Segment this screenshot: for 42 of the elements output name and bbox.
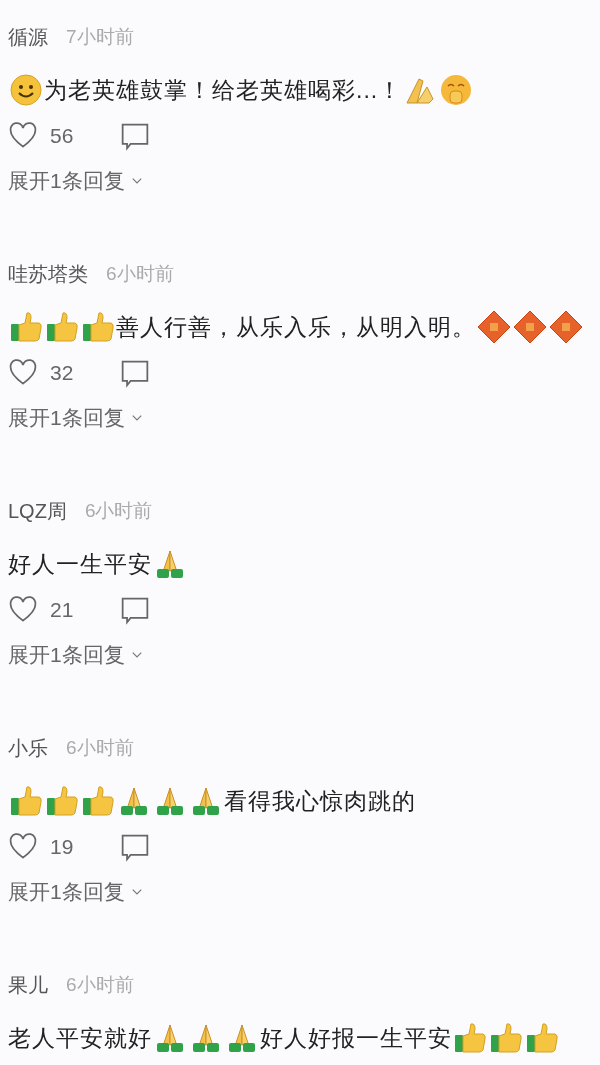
smiley-face-icon [9,73,43,107]
comment-text: 为老英雄鼓掌！给老英雄喝彩...！ [44,75,403,105]
thumbs-up-icon [525,1021,559,1055]
thumbs-up-icon [81,784,115,818]
comment-text: 善人行善，从乐入乐，从明入明。 [116,312,476,342]
thumbs-up-icon [453,1021,487,1055]
username[interactable]: 果儿 [8,970,48,1000]
timestamp: 7小时前 [66,24,134,49]
timestamp: 6小时前 [84,498,153,523]
thumbs-up-icon [45,784,79,818]
timestamp: 6小时前 [106,261,174,286]
like-count: 56 [50,123,75,150]
thumbs-up-icon [81,310,115,344]
username[interactable]: LQZ周 [8,496,67,526]
like-count: 32 [50,360,75,387]
expand-replies-link[interactable]: 展开1条回复 [8,166,145,196]
like-count: 21 [50,597,75,624]
expand-replies-link[interactable]: 展开1条回复 [8,640,145,670]
comment-text: 看得我心惊肉跳的 [224,786,416,816]
comment-text: 好人好报一生平安 [260,1023,452,1053]
comment-text: 老人平安就好 [8,1023,152,1053]
thumbs-up-icon [9,784,43,818]
timestamp: 6小时前 [66,972,134,997]
username[interactable]: 小乐 [8,733,48,763]
diamond-charm-icon [477,310,511,344]
comment-icon [120,121,150,151]
like-count: 19 [50,834,75,861]
blushing-face-icon [439,73,474,107]
diamond-charm-icon [549,310,583,344]
thumbs-up-icon [45,310,79,344]
comment-icon [120,595,150,625]
comment-icon [120,358,150,388]
timestamp: 6小时前 [66,735,134,760]
expand-replies-link[interactable]: 展开1条回复 [8,403,145,433]
diamond-charm-icon [513,310,547,344]
comment-text: 好人一生平安 [8,549,152,579]
thumbs-up-icon [9,310,43,344]
username[interactable]: 循源 [8,22,48,52]
thumbs-up-icon [489,1021,523,1055]
username[interactable]: 哇苏塔类 [8,259,88,289]
comment-icon [120,832,150,862]
expand-replies-link[interactable]: 展开1条回复 [8,877,145,907]
